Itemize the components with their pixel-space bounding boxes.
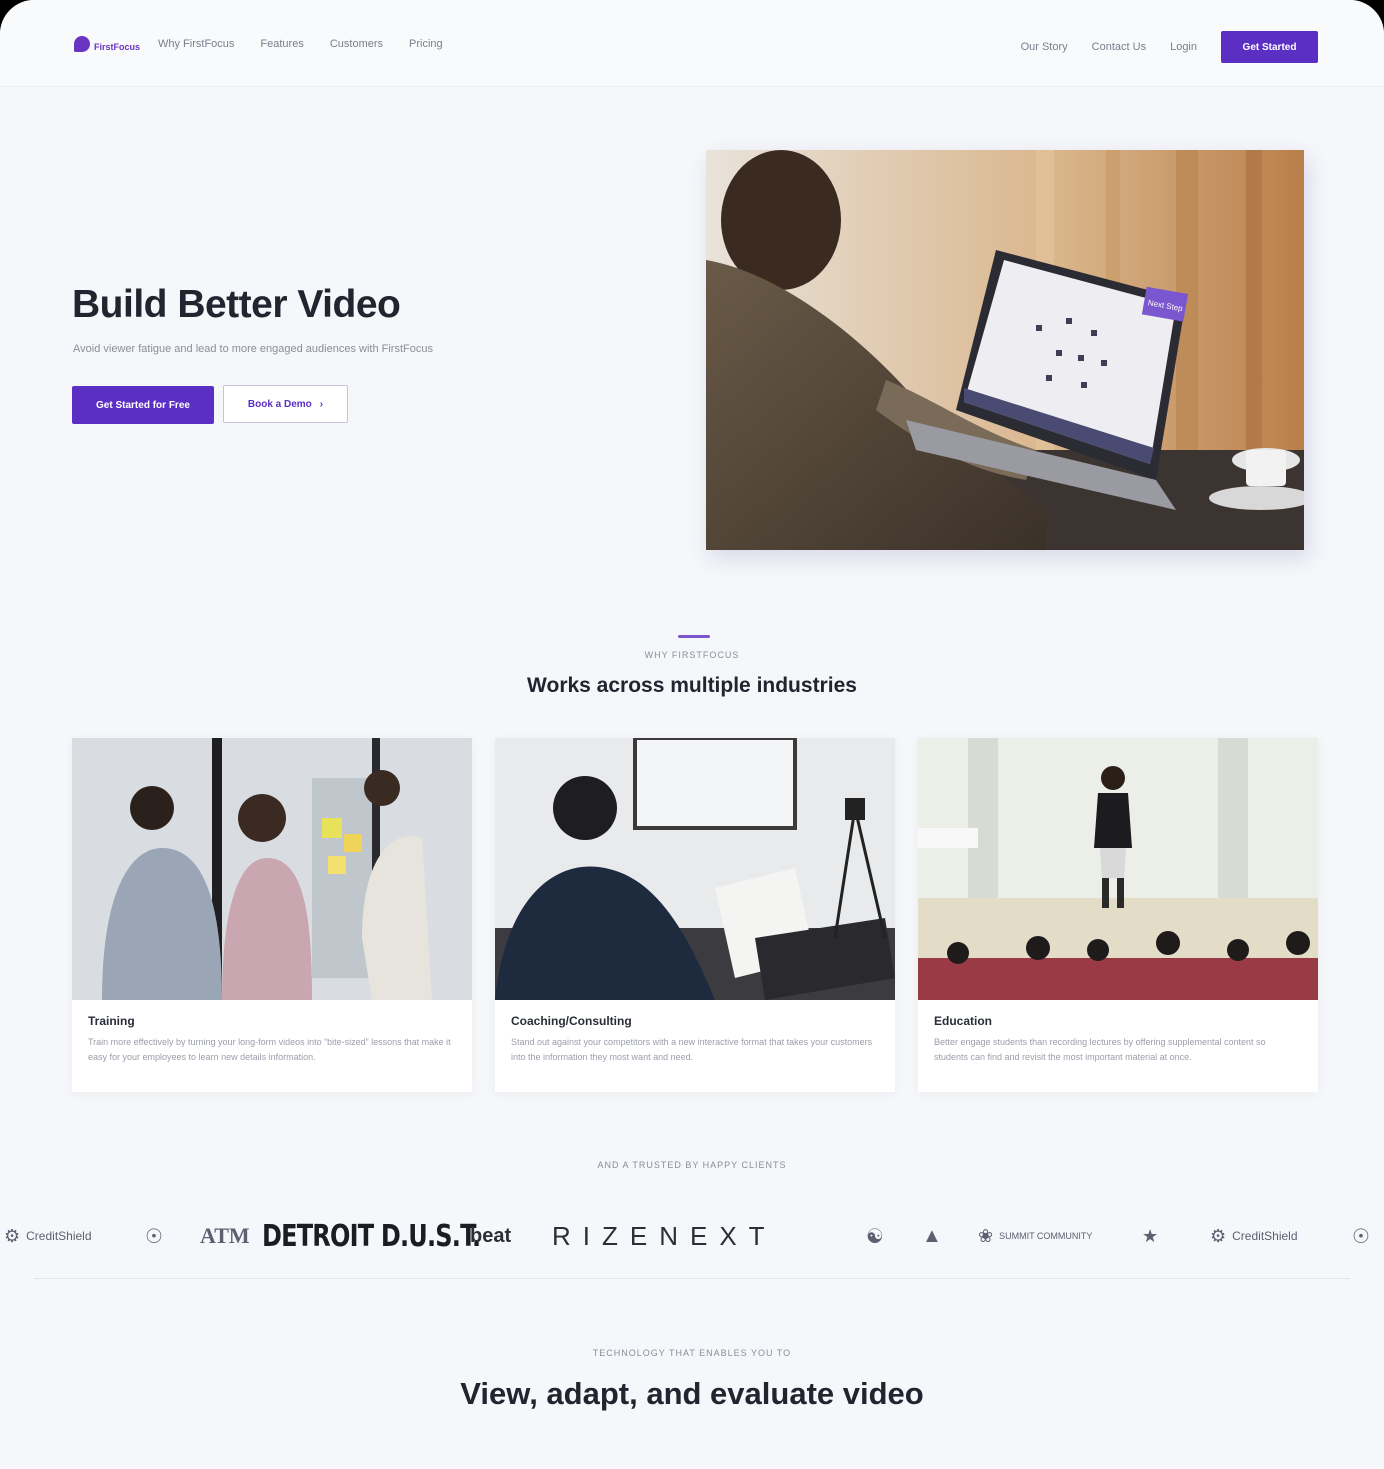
card-title-coaching: Coaching/Consulting <box>511 1014 632 1028</box>
client-logo-creditshield: ⚙ CreditShield <box>4 1214 92 1258</box>
star-emblem-icon: ★ <box>1142 1225 1159 1246</box>
training-image <box>72 738 472 1000</box>
client-logo-rizenext: RIZENEXT <box>552 1220 777 1251</box>
hero-title: Build Better Video <box>72 283 401 326</box>
client-logo-circle: ☉ <box>145 1214 163 1258</box>
book-demo-button[interactable]: Book a Demo › <box>223 385 348 423</box>
nav-link-customers[interactable]: Customers <box>330 38 383 50</box>
brand-logo-icon <box>74 36 90 52</box>
nav-link-pricing[interactable]: Pricing <box>409 38 443 50</box>
tree-icon: ❀ <box>978 1225 994 1246</box>
industry-card-training[interactable]: Training Train more effectively by turni… <box>72 738 472 1092</box>
page-frame: FirstFocus Why FirstFocus Features Custo… <box>0 0 1384 1469</box>
client-logo-star: ★ <box>1142 1214 1158 1258</box>
coaching-image <box>495 738 895 1000</box>
industries-title: Works across multiple industries <box>527 674 857 697</box>
client-logo-creditshield-repeat: ⚙ CreditShield <box>1210 1214 1298 1258</box>
nav-link-why[interactable]: Why FirstFocus <box>158 38 234 50</box>
hero-subtitle: Avoid viewer fatigue and lead to more en… <box>73 343 433 355</box>
circle-emblem-icon: ☉ <box>1352 1225 1370 1248</box>
education-image <box>918 738 1318 1000</box>
client-logo-atm: ATM <box>200 1223 250 1248</box>
card-text-training: Train more effectively by turning your l… <box>88 1037 451 1062</box>
mountain-emblem-icon: ▲ <box>922 1224 942 1247</box>
client-logo-strip: ⚙ CreditShield ☉ ATM DETROIT D.U.S.T. be… <box>0 1214 1384 1258</box>
industry-card-coaching[interactable]: Coaching/Consulting Stand out against yo… <box>495 738 895 1092</box>
nav-link-contact[interactable]: Contact Us <box>1092 41 1146 53</box>
clients-eyebrow: AND A TRUSTED BY HAPPY CLIENTS <box>597 1160 787 1170</box>
brand-logo[interactable]: FirstFocus <box>74 36 140 52</box>
features-eyebrow: TECHNOLOGY THAT ENABLES YOU TO <box>592 1348 792 1358</box>
section-divider <box>34 1278 1350 1279</box>
gear-icon: ⚙ <box>4 1225 21 1246</box>
card-title-education: Education <box>934 1014 993 1028</box>
industry-card-education[interactable]: Education Better engage students than re… <box>918 738 1318 1092</box>
nav-link-login[interactable]: Login <box>1170 41 1197 53</box>
features-title: View, adapt, and evaluate video <box>460 1376 924 1411</box>
nav-link-our-story[interactable]: Our Story <box>1021 41 1068 53</box>
get-started-free-button[interactable]: Get Started for Free <box>72 386 214 424</box>
section-accent-line <box>678 635 710 638</box>
card-text-education: Better engage students than recording le… <box>934 1037 1266 1062</box>
hero-image: Next Step <box>706 150 1313 550</box>
gear-icon: ⚙ <box>1210 1225 1227 1246</box>
client-logo-mountain: ▲ <box>922 1214 942 1258</box>
arrow-right-icon: › <box>319 398 324 410</box>
card-text-coaching: Stand out against your competitors with … <box>511 1037 873 1062</box>
client-logo-beat: beat <box>470 1224 512 1247</box>
card-title-training: Training <box>88 1014 135 1028</box>
client-logo-summit: ❀ SUMMIT COMMUNITY <box>978 1214 1092 1258</box>
client-logo-circle-repeat: ☉ <box>1352 1214 1370 1258</box>
client-logo-creditshield-text: CreditShield <box>26 1229 92 1243</box>
top-navigation: FirstFocus Why FirstFocus Features Custo… <box>0 0 1384 87</box>
nav-link-features[interactable]: Features <box>260 38 303 50</box>
client-logo-creditshield-repeat-text: CreditShield <box>1232 1229 1298 1243</box>
book-demo-label: Book a Demo <box>247 398 312 410</box>
client-logo-detroit-dust: DETROIT D.U.S.T. <box>262 1218 481 1254</box>
client-logo-summit-text: SUMMIT COMMUNITY <box>999 1231 1093 1241</box>
industries-eyebrow: WHY FIRSTFOCUS <box>644 650 740 660</box>
figure-emblem-icon: ☯ <box>866 1225 884 1248</box>
brand-logo-text: FirstFocus <box>94 42 141 52</box>
primary-nav: Why FirstFocus Features Customers Pricin… <box>158 38 443 50</box>
secondary-nav: Our Story Contact Us Login Get Started <box>1021 31 1318 63</box>
client-logo-figure: ☯ <box>866 1214 884 1258</box>
get-started-button[interactable]: Get Started <box>1221 31 1318 63</box>
circle-emblem-icon: ☉ <box>145 1225 163 1248</box>
